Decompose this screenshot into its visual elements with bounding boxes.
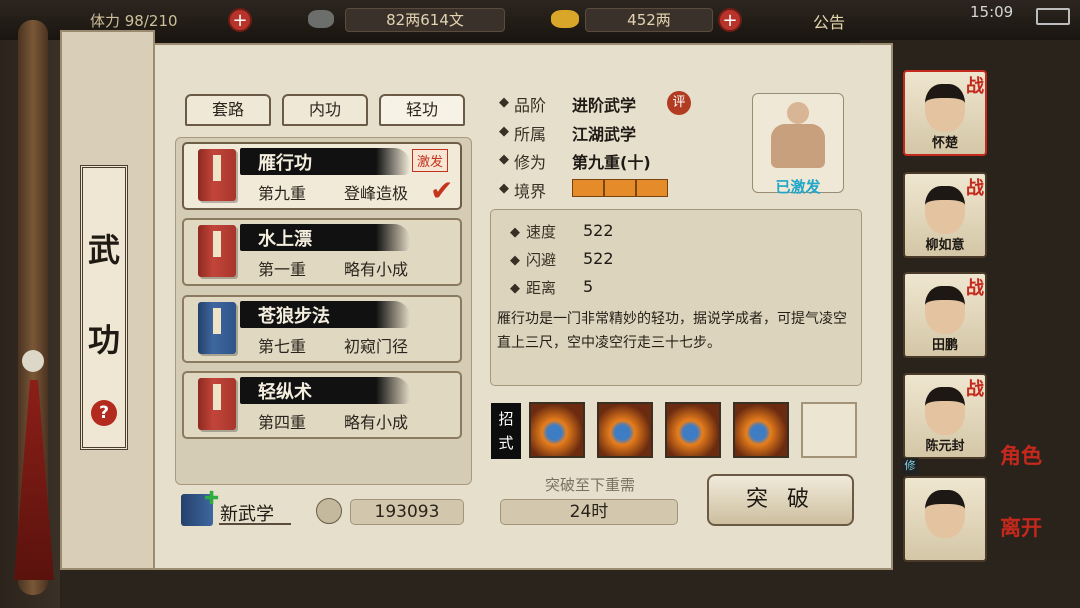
character-name: 柳如意 <box>925 238 965 253</box>
plus-icon: ✚ <box>204 488 220 509</box>
character-portrait <box>925 490 965 538</box>
skill-rank: 略有小成 <box>344 413 409 432</box>
blue-book-icon <box>198 302 236 354</box>
stat-value-speed: 522 <box>583 221 614 240</box>
character-portrait <box>925 286 965 334</box>
activated-badge: 激发 <box>412 149 449 172</box>
belong-value: 江湖武学 <box>572 125 637 144</box>
skill-description: 雁行功是一门非常精妙的轻功，据说学成者，可提气凌空直上三尺，空中凌空行走三十七步… <box>497 311 847 351</box>
add-stamina-button[interactable]: + <box>228 8 252 32</box>
silver-ingot-icon <box>308 10 334 28</box>
role-button[interactable]: 角色 <box>1000 440 1042 470</box>
red-book-icon <box>198 149 236 201</box>
clock: 15:09 <box>970 3 1014 21</box>
notice-button[interactable]: 公告 <box>813 9 845 33</box>
battle-badge: 战 <box>966 278 984 299</box>
stat-value-distance: 5 <box>583 277 594 296</box>
realm-segment <box>636 179 668 197</box>
stat-label-dodge: 闪避 <box>526 251 557 269</box>
moves-label-char-1: 招 <box>498 410 514 428</box>
moves-label-char-2: 式 <box>498 434 514 452</box>
help-icon[interactable]: ? <box>91 400 117 426</box>
moves-label: 招 式 <box>491 403 521 459</box>
skill-name: 水上漂 <box>258 229 312 250</box>
skill-item-1[interactable]: 雁行功 激发 第九重 登峰造极 ✔ <box>182 142 462 210</box>
underline <box>219 523 291 525</box>
stat-label-distance: 距离 <box>526 279 557 297</box>
diamond-icon: ◆ <box>510 253 520 268</box>
character-card-5[interactable] <box>903 476 987 562</box>
skill-rank: 略有小成 <box>344 260 409 279</box>
breakthrough-requirement-label: 突破至下重需 <box>544 476 635 494</box>
battle-badge: 战 <box>966 379 984 400</box>
skill-name: 雁行功 <box>258 153 312 174</box>
empty-move-slot[interactable] <box>801 402 857 458</box>
skill-level: 第九重 <box>258 184 307 203</box>
red-book-icon <box>198 378 236 430</box>
skill-item-4[interactable]: 轻纵术 第四重 略有小成 <box>182 371 462 439</box>
cultivate-badge: 修 <box>901 458 919 474</box>
diamond-icon: ◆ <box>499 124 509 139</box>
skill-rank: 初窥门径 <box>344 337 409 356</box>
breakthrough-requirement-value: 24时 <box>500 499 678 525</box>
character-name: 田鹏 <box>931 338 958 353</box>
diamond-icon: ◆ <box>510 281 520 296</box>
skill-name: 苍狼步法 <box>258 306 330 327</box>
move-2-icon[interactable] <box>597 402 653 458</box>
skill-level: 第一重 <box>258 260 307 279</box>
silver-value: 82两614文 <box>345 8 505 32</box>
stamina-value: 体力 98/210 <box>90 12 178 30</box>
monk-head-icon <box>787 102 809 124</box>
cultivation-label: 修为 <box>514 153 547 172</box>
gold-value: 452两 <box>585 8 713 32</box>
red-book-icon <box>198 225 236 277</box>
diamond-icon: ◆ <box>499 181 509 196</box>
realm-label: 境界 <box>514 182 547 201</box>
jade-bead-icon <box>22 350 44 372</box>
battle-badge: 战 <box>966 76 984 97</box>
stat-label-speed: 速度 <box>526 223 557 241</box>
diamond-icon: ◆ <box>499 95 509 110</box>
tab-inner-art[interactable]: 内功 <box>282 94 368 126</box>
skill-rank: 登峰造极 <box>344 184 409 203</box>
coin-icon <box>316 498 342 524</box>
skill-level: 第四重 <box>258 413 307 432</box>
move-1-icon[interactable] <box>529 402 585 458</box>
stat-value-dodge: 522 <box>583 249 614 268</box>
battle-badge: 战 <box>966 178 984 199</box>
title-char-1: 武 <box>87 231 120 269</box>
belong-label: 所属 <box>514 125 547 144</box>
leave-button[interactable]: 离开 <box>1000 512 1042 542</box>
character-portrait <box>925 186 965 234</box>
character-portrait <box>925 84 965 132</box>
skill-level: 第七重 <box>258 337 307 356</box>
breakthrough-button[interactable]: 突 破 <box>707 474 854 526</box>
gold-ingot-icon <box>551 10 579 28</box>
skill-item-3[interactable]: 苍狼步法 第七重 初窥门径 <box>182 295 462 363</box>
realm-segment <box>604 179 636 197</box>
battery-icon <box>1036 8 1070 25</box>
activated-label: 已激发 <box>775 178 821 196</box>
add-gold-button[interactable]: + <box>718 8 742 32</box>
grade-value: 进阶武学 <box>572 96 637 115</box>
skill-item-2[interactable]: 水上漂 第一重 略有小成 <box>182 218 462 286</box>
skill-name: 轻纵术 <box>258 382 312 403</box>
cultivation-value: 第九重(十) <box>572 153 651 172</box>
checkmark-icon: ✔ <box>430 174 454 207</box>
character-portrait <box>925 387 965 435</box>
realm-segment <box>572 179 604 197</box>
monk-body-icon <box>771 124 825 168</box>
title-char-2: 功 <box>87 321 120 359</box>
tab-qinggong[interactable]: 轻功 <box>379 94 465 126</box>
diamond-icon: ◆ <box>499 152 509 167</box>
grade-label: 品阶 <box>514 96 547 115</box>
character-name: 怀楚 <box>931 136 958 151</box>
move-4-icon[interactable] <box>733 402 789 458</box>
diamond-icon: ◆ <box>510 225 520 240</box>
move-3-icon[interactable] <box>665 402 721 458</box>
rate-icon[interactable]: 评 <box>667 91 691 115</box>
character-name: 陈元封 <box>925 439 965 454</box>
points-value: 193093 <box>350 499 464 525</box>
tab-routines[interactable]: 套路 <box>185 94 271 126</box>
